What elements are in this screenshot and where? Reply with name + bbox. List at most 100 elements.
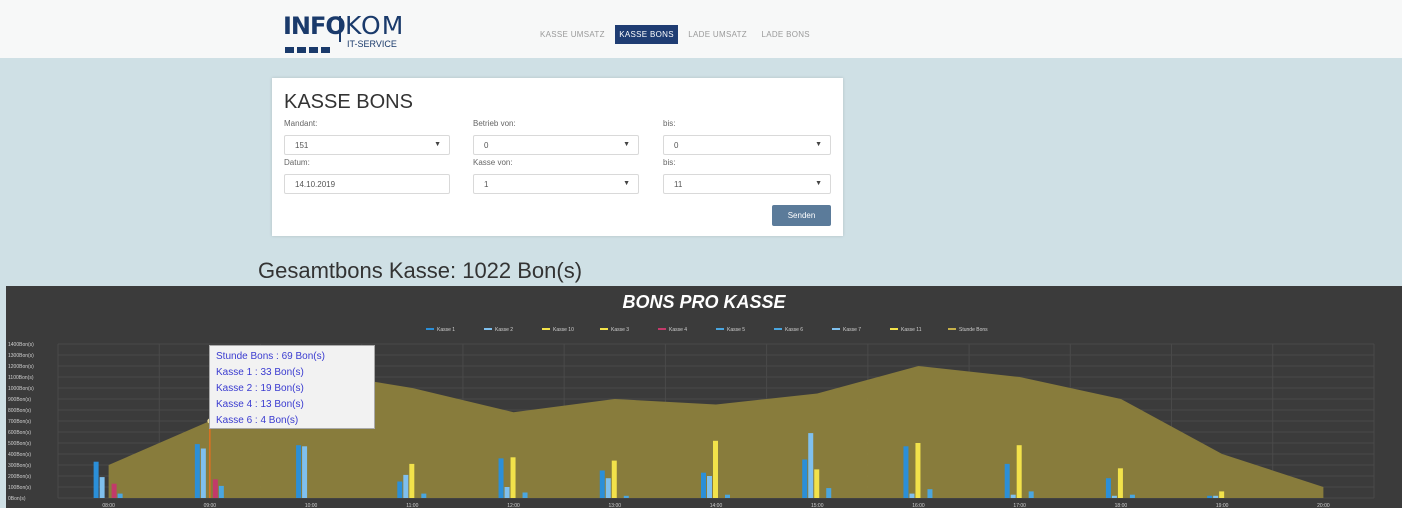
bar-kasse-1 [802, 459, 808, 498]
bar-kasse-3 [1016, 445, 1022, 498]
y-tick-label: 1300Bon(s) [8, 353, 34, 359]
legend-label: Kasse 2 [495, 327, 513, 333]
betrieb-von-value: 0 [484, 141, 489, 150]
x-tick-label: 13:00 [609, 503, 622, 508]
datum-label: Datum: [284, 158, 310, 167]
tooltip-line: Kasse 4 : 13 Bon(s) [216, 399, 304, 410]
bar-kasse-1 [1105, 478, 1111, 498]
kasse-bis-label: bis: [663, 158, 676, 167]
x-tick-label: 10:00 [305, 503, 318, 508]
kasse-von-label: Kasse von: [473, 158, 513, 167]
bar-kasse-1 [599, 470, 605, 498]
bar-kasse-4 [212, 479, 218, 498]
bar-kasse-1 [1207, 495, 1213, 498]
y-tick-label: 600Bon(s) [8, 430, 31, 436]
bar-kasse-3 [1219, 491, 1225, 498]
legend-swatch [890, 328, 898, 330]
legend-swatch [426, 328, 434, 330]
bar-kasse-6 [218, 485, 224, 498]
legend-swatch [716, 328, 724, 330]
legend-swatch [658, 328, 666, 330]
datum-input[interactable]: 14.10.2019 [284, 174, 450, 194]
nav-lade-umsatz[interactable]: LADE UMSATZ [684, 25, 751, 44]
legend-swatch [484, 328, 492, 330]
legend-label: Kasse 1 [437, 327, 455, 333]
legend-label: Kasse 4 [669, 327, 687, 333]
legend-swatch [774, 328, 782, 330]
betrieb-bis-value: 0 [674, 141, 679, 150]
bar-kasse-4 [111, 483, 117, 498]
bar-kasse-1 [701, 472, 706, 498]
bar-kasse-2 [99, 477, 105, 498]
mandant-value: 151 [295, 141, 309, 150]
bar-kasse-2 [1111, 495, 1117, 498]
logo-divider [339, 16, 341, 42]
betrieb-bis-label: bis: [663, 119, 676, 128]
dropdown-caret-icon: ▼ [623, 141, 630, 148]
kasse-von-value: 1 [484, 180, 489, 189]
dropdown-caret-icon: ▼ [434, 141, 441, 148]
bar-kasse-2 [605, 478, 611, 498]
y-tick-label: 900Bon(s) [8, 397, 31, 403]
bar-kasse-2 [909, 493, 915, 498]
betrieb-bis-select[interactable]: 0 ▼ [663, 135, 831, 155]
y-tick-label: 1400Bon(s) [8, 342, 34, 348]
logo-kom-text: KOM [345, 11, 405, 40]
legend-label: Kasse 11 [901, 327, 922, 333]
bar-kasse-6 [1129, 494, 1135, 498]
bar-kasse-1 [194, 444, 200, 498]
bar-kasse-1 [397, 481, 403, 498]
main-nav: KASSE UMSATZ KASSE BONS LADE UMSATZ LADE… [536, 24, 816, 44]
logo-subtitle: IT-SERVICE [347, 39, 397, 49]
datum-value: 14.10.2019 [295, 180, 336, 189]
bar-kasse-6 [927, 489, 933, 498]
page-title: KASSE BONS [284, 91, 413, 113]
bar-kasse-2 [504, 487, 510, 498]
bar-kasse-2 [403, 474, 409, 498]
infokom-logo[interactable]: INFO KOM IT-SERVICE [283, 11, 453, 53]
bar-kasse-6 [421, 493, 427, 498]
legend-swatch [542, 328, 550, 330]
tooltip-line: Stunde Bons : 69 Bon(s) [216, 351, 325, 362]
bar-kasse-6 [725, 494, 730, 498]
bar-kasse-2 [302, 446, 308, 498]
logo-squares-icon [285, 40, 333, 58]
legend-label: Kasse 3 [611, 327, 629, 333]
tooltip-line: Kasse 6 : 4 Bon(s) [216, 415, 299, 426]
chart-title: BONS PRO KASSE [622, 292, 786, 312]
legend-label: Kasse 6 [785, 327, 803, 333]
top-navbar: INFO KOM IT-SERVICE KASSE UMSATZ KASSE B… [0, 0, 1402, 58]
dropdown-caret-icon: ▼ [815, 180, 822, 187]
nav-lade-bons[interactable]: LADE BONS [757, 25, 814, 44]
kasse-bis-select[interactable]: 11 ▼ [663, 174, 831, 194]
nav-kasse-bons[interactable]: KASSE BONS [615, 25, 678, 44]
x-tick-label: 09:00 [204, 503, 217, 508]
bar-kasse-2 [200, 448, 206, 498]
x-tick-label: 11:00 [406, 503, 418, 508]
mandant-select[interactable]: 151 ▼ [284, 135, 450, 155]
legend-swatch [948, 328, 956, 330]
x-tick-label: 18:00 [1115, 503, 1128, 508]
betrieb-von-select[interactable]: 0 ▼ [473, 135, 639, 155]
bar-kasse-3 [510, 457, 516, 498]
tooltip-line: Kasse 1 : 33 Bon(s) [216, 367, 304, 378]
y-tick-label: 1200Bon(s) [8, 364, 34, 370]
kasse-von-select[interactable]: 1 ▼ [473, 174, 639, 194]
y-tick-label: 0Bon(s) [8, 496, 26, 502]
bar-kasse-6 [117, 493, 123, 498]
senden-button[interactable]: Senden [772, 205, 831, 226]
bar-kasse-6 [522, 492, 528, 498]
betrieb-von-label: Betrieb von: [473, 119, 516, 128]
kasse-bis-value: 11 [674, 180, 683, 189]
bar-kasse-2 [808, 433, 814, 498]
y-tick-label: 1000Bon(s) [8, 386, 34, 392]
bar-kasse-3 [409, 463, 415, 498]
bar-kasse-1 [498, 458, 504, 498]
bar-kasse-3 [915, 443, 921, 498]
dropdown-caret-icon: ▼ [623, 180, 630, 187]
tooltip-line: Kasse 2 : 19 Bon(s) [216, 383, 304, 394]
logo-info-text: INFO [283, 12, 346, 40]
y-tick-label: 800Bon(s) [8, 408, 31, 414]
bar-kasse-3 [1117, 468, 1123, 498]
nav-kasse-umsatz[interactable]: KASSE UMSATZ [536, 25, 609, 44]
